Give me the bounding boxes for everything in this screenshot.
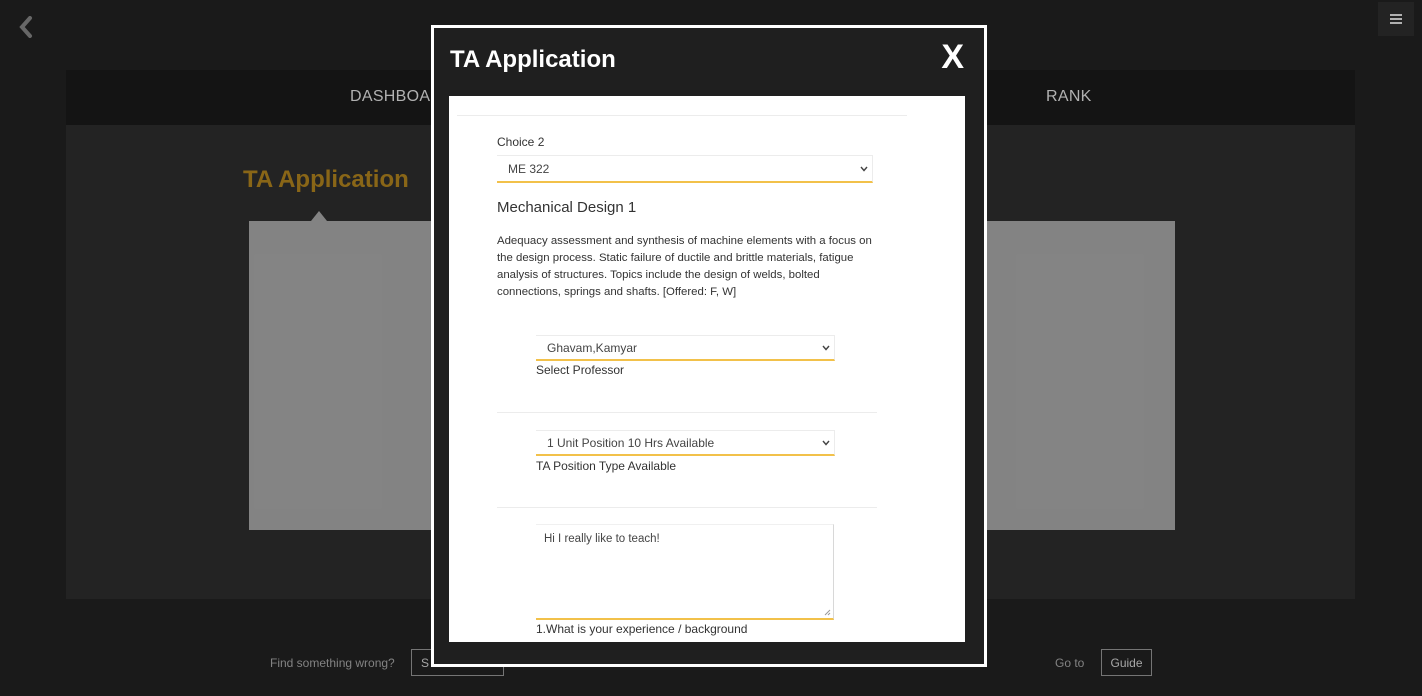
chevron-down-icon [822,345,830,351]
position-select-value: 1 Unit Position 10 Hrs Available [547,435,715,450]
application-form: Choice 2 ME 322 Mechanical Design 1 Adeq… [449,96,965,642]
ta-application-modal: TA Application X Choice 2 ME 322 Mechani… [431,25,987,667]
choice-label: Choice 2 [497,135,545,149]
divider [497,507,877,508]
close-button[interactable]: X [941,40,964,74]
experience-label: 1.What is your experience / background [536,622,748,636]
professor-select-value: Ghavam,Kamyar [547,340,638,355]
position-type-label: TA Position Type Available [536,459,677,473]
chevron-down-icon [822,440,830,446]
divider [457,115,907,116]
course-select[interactable]: ME 322 [497,155,873,183]
chevron-down-icon [860,166,868,172]
course-title: Mechanical Design 1 [497,199,637,216]
course-description: Adequacy assessment and synthesis of mac… [497,235,872,298]
position-type-select[interactable]: 1 Unit Position 10 Hrs Available [536,430,835,456]
professor-label: Select Professor [536,363,625,377]
experience-textarea[interactable]: Hi I really like to teach! [536,524,834,620]
professor-select[interactable]: Ghavam,Kamyar [536,335,835,361]
modal-title: TA Application [450,46,616,73]
divider [497,412,877,413]
resize-handle-icon[interactable] [824,609,831,616]
course-select-value: ME 322 [508,161,550,176]
experience-textarea-value: Hi I really like to teach! [544,533,660,545]
